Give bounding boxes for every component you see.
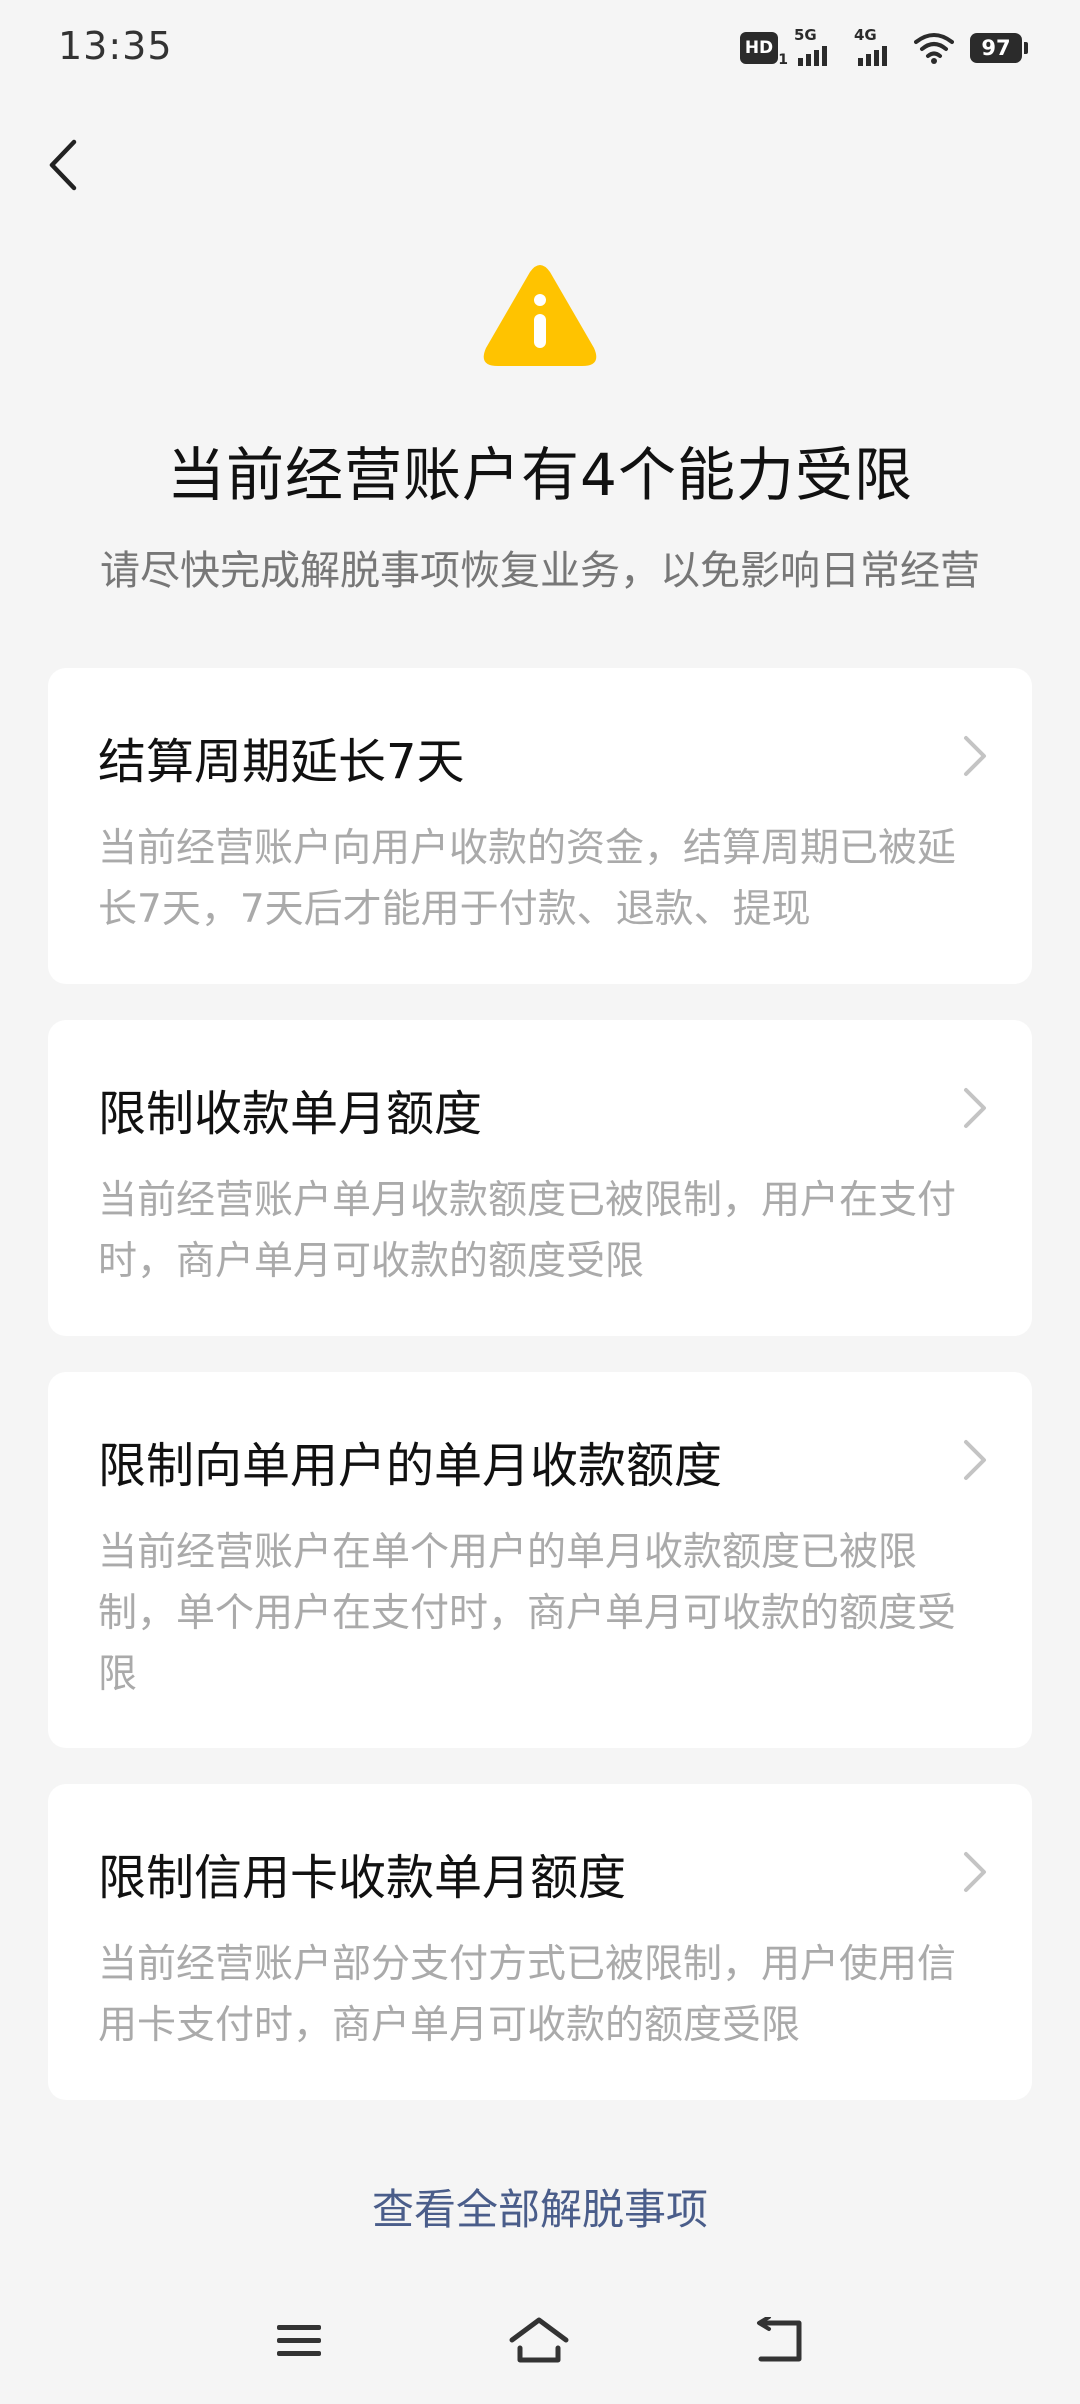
status-icons: HD 1 5G 4G 97 [740, 26, 1028, 68]
back-button[interactable] [38, 130, 88, 200]
signal-4g-icon: 4G [854, 26, 898, 66]
hd-sub-label: 1 [778, 52, 788, 68]
card-description: 当前经营账户向用户收款的资金，结算周期已被延长7天，7天后才能用于付款、退款、提… [98, 826, 957, 932]
restriction-card-settlement[interactable]: 结算周期延长7天 当前经营账户向用户收款的资金，结算周期已被延长7天，7天后才能… [48, 668, 1032, 984]
hd-label: HD [744, 38, 774, 58]
card-description: 当前经营账户单月收款额度已被限制，用户在支付时，商户单月可收款的额度受限 [98, 1178, 957, 1284]
page-subtitle: 请尽快完成解脱事项恢复业务，以免影响日常经营 [100, 548, 980, 594]
card-title: 限制向单用户的单月收款额度 [98, 1438, 723, 1494]
card-description: 当前经营账户部分支付方式已被限制，用户使用信用卡支付时，商户单月可收款的额度受限 [98, 1942, 957, 2048]
menu-button[interactable] [254, 2296, 344, 2386]
page-title: 当前经营账户有4个能力受限 [167, 441, 913, 509]
menu-icon [277, 2325, 321, 2356]
view-all-link[interactable]: 查看全部解脱事项 [0, 2176, 1080, 2237]
signal-5g-label: 5G [794, 26, 817, 44]
hd-icon: HD 1 [740, 32, 788, 68]
navigation-bar [0, 2276, 1080, 2404]
card-description: 当前经营账户在单个用户的单月收款额度已被限制，单个用户在支付时，商户单月可收款的… [98, 1530, 957, 1697]
battery-level: 97 [981, 36, 1011, 60]
signal-4g-label: 4G [854, 26, 877, 44]
home-icon [509, 2317, 569, 2363]
card-title: 限制信用卡收款单月额度 [98, 1850, 627, 1906]
home-button[interactable] [494, 2296, 584, 2386]
warning-icon [483, 265, 597, 366]
restriction-card-monthly-limit[interactable]: 限制收款单月额度 当前经营账户单月收款额度已被限制，用户在支付时，商户单月可收款… [48, 1020, 1032, 1336]
card-title: 结算周期延长7天 [98, 734, 465, 790]
status-time: 13:35 [58, 24, 173, 68]
status-bar: 13:35 HD 1 5G 4G 97 [0, 0, 1080, 96]
back-nav-icon [757, 2317, 802, 2362]
chevron-right-icon [964, 736, 986, 776]
chevron-right-icon [964, 1088, 986, 1128]
card-title: 限制收款单月额度 [98, 1086, 483, 1142]
restriction-card-credit-card-limit[interactable]: 限制信用卡收款单月额度 当前经营账户部分支付方式已被限制，用户使用信用卡支付时，… [48, 1784, 1032, 2100]
restriction-card-single-user-limit[interactable]: 限制向单用户的单月收款额度 当前经营账户在单个用户的单月收款额度已被限制，单个用… [48, 1372, 1032, 1748]
chevron-left-icon [49, 139, 77, 191]
back-nav-button[interactable] [734, 2296, 824, 2386]
chevron-right-icon [964, 1440, 986, 1480]
signal-5g-icon: 5G [794, 26, 838, 66]
battery-icon: 97 [970, 33, 1028, 63]
chevron-right-icon [964, 1852, 986, 1892]
wifi-icon [914, 33, 954, 64]
